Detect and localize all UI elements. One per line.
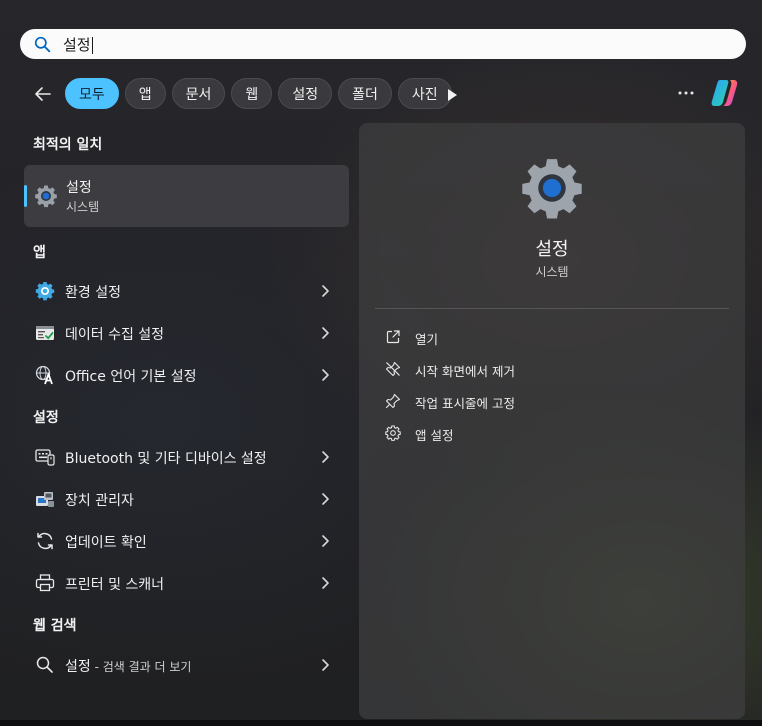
setting-item-label: 업데이트 확인	[65, 535, 147, 551]
chevron-right-icon	[322, 535, 329, 547]
chevron-right-icon	[322, 369, 329, 381]
ellipsis-icon	[678, 91, 694, 95]
setting-item-check-updates[interactable]: 업데이트 확인	[24, 521, 349, 561]
action-label: 열기	[415, 332, 439, 347]
chevron-right-icon	[322, 659, 329, 671]
app-item-label: 데이터 수집 설정	[65, 327, 165, 343]
setting-item-label: 프린터 및 스캐너	[65, 577, 165, 593]
chevron-right-icon	[322, 493, 329, 505]
copilot-button[interactable]	[708, 76, 742, 110]
best-match-item[interactable]: 설정 시스템	[24, 165, 349, 227]
bluetooth-devices-icon	[35, 449, 55, 466]
control-panel-icon	[35, 282, 55, 301]
chevron-right-icon	[322, 285, 329, 297]
filter-chip-web[interactable]: 웹	[231, 78, 273, 109]
copilot-icon	[711, 80, 738, 106]
action-label: 작업 표시줄에 고정	[415, 396, 515, 411]
settings-gear-icon	[35, 185, 57, 208]
action-pin-taskbar[interactable]: 작업 표시줄에 고정	[385, 389, 725, 413]
action-app-settings[interactable]: 앱 설정	[385, 421, 725, 445]
app-item-office-language[interactable]: Office 언어 기본 설정	[24, 355, 349, 395]
web-search-suffix: - 검색 결과 더 보기	[90, 660, 192, 674]
open-external-icon	[386, 330, 400, 344]
setting-item-printers[interactable]: 프린터 및 스캐너	[24, 563, 349, 603]
best-match-heading: 최적의 일치	[33, 137, 103, 153]
language-icon	[35, 365, 53, 385]
text-caret	[91, 36, 93, 54]
setting-item-label: Bluetooth 및 기타 디바이스 설정	[65, 451, 267, 467]
detail-panel: 설정 시스템 열기 시작 화면에서 제거 작업 표시줄에 고정 앱 설정	[359, 123, 745, 719]
filter-bar: 모두 앱 문서 웹 설정 폴더 사진	[0, 76, 762, 110]
chevron-right-icon	[322, 327, 329, 339]
printer-icon	[35, 574, 55, 592]
play-icon	[448, 89, 457, 101]
search-box[interactable]: 설정	[20, 29, 746, 59]
arrow-left-icon	[35, 87, 51, 101]
gear-icon	[385, 425, 401, 441]
action-label: 시작 화면에서 제거	[415, 364, 515, 379]
app-item-label: Office 언어 기본 설정	[65, 369, 197, 385]
filter-chip-documents[interactable]: 문서	[171, 78, 226, 109]
chevron-right-icon	[322, 577, 329, 589]
detail-app-name: 설정	[535, 239, 569, 260]
best-match-type: 시스템	[66, 200, 100, 214]
search-icon	[36, 656, 53, 673]
pin-icon	[385, 393, 401, 409]
app-item-control-panel[interactable]: 환경 설정	[24, 271, 349, 311]
app-item-label: 환경 설정	[65, 285, 121, 301]
action-label: 앱 설정	[415, 428, 454, 443]
filter-chip-all[interactable]: 모두	[65, 78, 119, 109]
action-unpin-start[interactable]: 시작 화면에서 제거	[385, 357, 725, 381]
search-input[interactable]: 설정	[63, 34, 93, 55]
apps-heading: 앱	[33, 245, 46, 261]
divider	[375, 308, 729, 309]
filter-chip-apps[interactable]: 앱	[124, 78, 166, 109]
device-manager-icon	[36, 492, 54, 507]
best-match-name: 설정	[66, 180, 92, 196]
selection-indicator	[24, 185, 27, 207]
unpin-icon	[385, 361, 401, 377]
chevron-right-icon	[322, 451, 329, 463]
settings-heading: 설정	[33, 410, 59, 426]
search-query-text: 설정	[63, 35, 91, 54]
data-collection-icon	[36, 326, 54, 340]
more-filters-button[interactable]	[442, 85, 462, 105]
action-open[interactable]: 열기	[385, 325, 725, 349]
web-search-label: 설정 - 검색 결과 더 보기	[65, 656, 191, 676]
app-item-data-collection[interactable]: 데이터 수집 설정	[24, 313, 349, 353]
search-icon	[34, 36, 51, 52]
web-search-heading: 웹 검색	[33, 618, 77, 634]
detail-app-type: 시스템	[535, 265, 569, 279]
web-search-item[interactable]: 설정 - 검색 결과 더 보기	[24, 645, 349, 685]
setting-item-device-manager[interactable]: 장치 관리자	[24, 479, 349, 519]
filter-chips: 모두 앱 문서 웹 설정 폴더 사진	[65, 78, 452, 109]
taskbar-edge	[0, 720, 762, 726]
sync-icon	[37, 532, 53, 550]
settings-gear-icon	[522, 159, 582, 219]
back-button[interactable]	[29, 80, 57, 108]
setting-item-bluetooth[interactable]: Bluetooth 및 기타 디바이스 설정	[24, 437, 349, 477]
setting-item-label: 장치 관리자	[65, 493, 134, 509]
web-search-query: 설정	[65, 659, 91, 675]
filter-chip-settings[interactable]: 설정	[278, 78, 333, 109]
filter-chip-folders[interactable]: 폴더	[338, 78, 392, 109]
more-options-button[interactable]	[675, 82, 697, 104]
